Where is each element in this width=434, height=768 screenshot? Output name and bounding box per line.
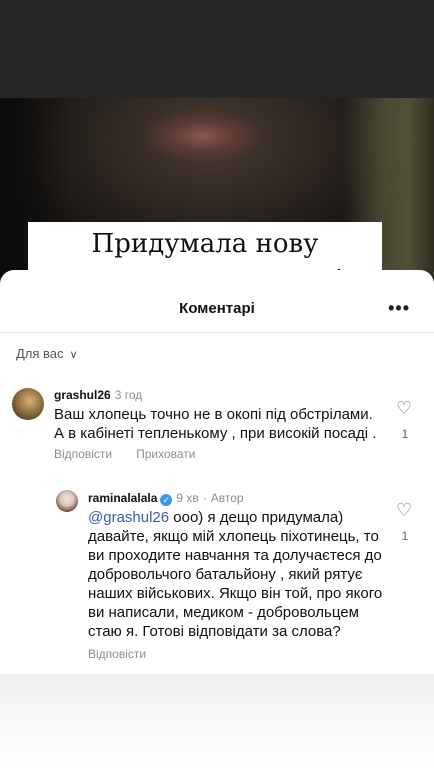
comment-text: @grashul26 ооо) я дещо придумала) давайт… <box>88 508 388 641</box>
header-divider <box>0 332 434 333</box>
verified-badge-icon: ✓ <box>160 494 173 506</box>
more-horizontal-icon[interactable]: ••• <box>388 298 410 319</box>
meta-separator: · <box>202 491 207 505</box>
comment-time: 3 год <box>114 388 143 402</box>
story-top-bar <box>0 0 434 98</box>
comment-text: Ваш хлопець точно не в окопі під обстріл… <box>54 406 377 442</box>
heart-icon[interactable]: ♡ <box>396 500 412 521</box>
comment-actions: Відповісти Приховати <box>54 447 219 461</box>
comment-username[interactable]: raminalalala <box>88 491 157 505</box>
mention-link[interactable]: @grashul26 <box>88 509 169 526</box>
filter-label: Для вас <box>16 346 64 361</box>
comments-filter[interactable]: Для вас ∨ <box>16 346 78 361</box>
avatar[interactable] <box>56 490 78 512</box>
comment-header: grashul26 3 год <box>54 388 142 402</box>
comments-header: Коментарі ••• <box>0 270 434 338</box>
comment-time: 9 хв <box>176 491 199 505</box>
comment-header: raminalalala ✓ 9 хв · Автор <box>88 491 244 506</box>
bottom-area <box>0 674 434 768</box>
like-count: 1 <box>401 529 409 543</box>
comments-sheet: Коментарі ••• Для вас ∨ grashul26 3 год Ва… <box>0 270 434 674</box>
hide-button[interactable]: Приховати <box>136 447 195 461</box>
comment-text-body: ооо) я дещо придумала) давайте, якщо мій… <box>88 509 383 640</box>
author-badge: Автор <box>210 491 244 505</box>
chevron-down-icon: ∨ <box>69 349 78 361</box>
comment-username[interactable]: grashul26 <box>54 388 111 402</box>
comments-title: Коментарі <box>179 300 255 317</box>
reply-button[interactable]: Відповісти <box>88 647 146 661</box>
like-count: 1 <box>401 427 409 441</box>
reply-button[interactable]: Відповісти <box>54 447 112 461</box>
comment-actions: Відповісти <box>88 647 170 661</box>
avatar[interactable] <box>12 388 44 420</box>
heart-icon[interactable]: ♡ <box>396 398 412 419</box>
